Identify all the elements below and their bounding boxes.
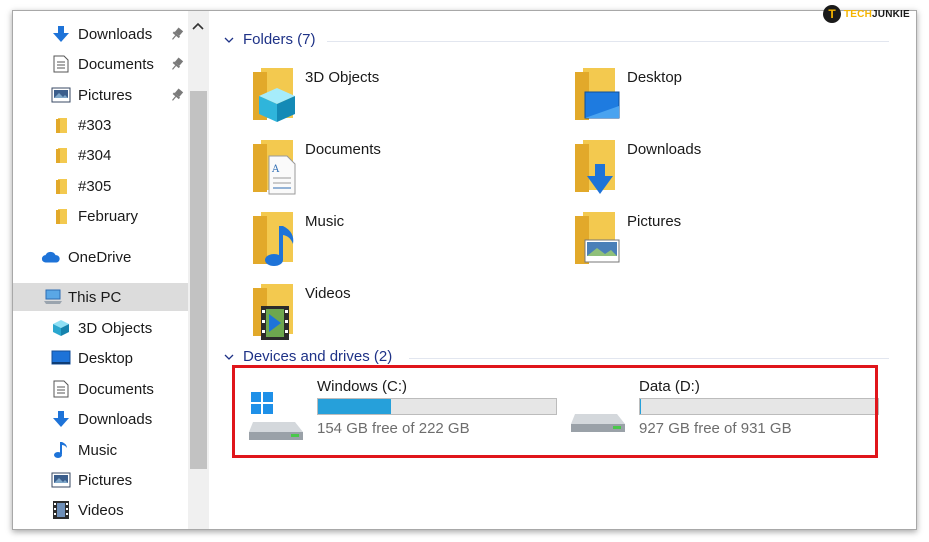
- document-icon: [51, 54, 71, 74]
- nav-item-label: Documents: [78, 380, 154, 398]
- folder-tile-music[interactable]: Music: [247, 210, 547, 276]
- nav-item-desktop[interactable]: Desktop: [13, 344, 188, 372]
- folder-tile-downloads[interactable]: Downloads: [569, 138, 869, 204]
- chevron-down-icon: [224, 37, 234, 43]
- nav-item-videos[interactable]: Videos: [13, 496, 188, 524]
- nav-item-documents-quick[interactable]: Documents: [13, 50, 188, 78]
- folder-name: Documents: [305, 141, 381, 158]
- folder-name: 3D Objects: [305, 69, 380, 86]
- nav-item-pictures[interactable]: Pictures: [13, 466, 188, 494]
- navigation-pane: Downloads Documents Pictures #303 #304 #…: [13, 11, 209, 529]
- nav-item-label: OneDrive: [68, 248, 132, 266]
- nav-item-label: Desktop: [78, 349, 134, 367]
- folder-pictures-icon: [575, 212, 620, 264]
- document-icon: [51, 379, 71, 399]
- nav-item-label: Pictures: [78, 471, 133, 489]
- group-divider: [327, 41, 889, 42]
- folder-videos-icon: [253, 284, 293, 340]
- nav-item-label: Pictures: [78, 86, 133, 104]
- group-header-label: Folders (7): [243, 31, 316, 48]
- folder-tile-pictures[interactable]: Pictures: [569, 210, 869, 276]
- nav-item-documents[interactable]: Documents: [13, 375, 188, 403]
- nav-item-downloads[interactable]: Downloads: [13, 405, 188, 433]
- drives-group-header[interactable]: Devices and drives (2): [223, 348, 392, 365]
- folder-name: Pictures: [627, 213, 682, 230]
- nav-item-music[interactable]: Music: [13, 436, 188, 464]
- pictures-icon: [51, 85, 71, 105]
- nav-item-label: This PC: [68, 288, 122, 306]
- cloud-icon: [41, 247, 61, 267]
- folder-name: Downloads: [627, 141, 702, 158]
- svg-text:A: A: [271, 164, 280, 175]
- pin-icon: [170, 26, 184, 42]
- pictures-icon: [51, 470, 71, 490]
- folder-name: Videos: [305, 285, 351, 302]
- folder-downloads-icon: [575, 140, 615, 194]
- nav-item-folder-304[interactable]: #304: [13, 141, 188, 169]
- logo-text-tech: TECH: [844, 8, 873, 20]
- nav-item-label: February: [78, 207, 139, 225]
- cube-icon: [51, 318, 71, 338]
- folder-icon: [51, 206, 71, 226]
- film-icon: [51, 500, 71, 520]
- folder-tile-documents[interactable]: A Documents: [247, 138, 547, 204]
- nav-item-label: Music: [78, 441, 118, 459]
- folder-icon: [51, 115, 71, 135]
- folder-3d-objects-icon: [253, 68, 295, 122]
- nav-item-this-pc[interactable]: This PC: [13, 283, 188, 311]
- nav-item-3d-objects[interactable]: 3D Objects: [13, 314, 188, 342]
- nav-item-label: #305: [78, 177, 112, 195]
- logo-badge-icon: T: [823, 5, 841, 23]
- nav-item-label: Downloads: [78, 25, 153, 43]
- folder-tile-3d-objects[interactable]: 3D Objects: [247, 66, 547, 132]
- nav-item-folder-february[interactable]: February: [13, 202, 188, 230]
- folder-tile-desktop[interactable]: Desktop: [569, 66, 869, 132]
- nav-item-label: Downloads: [78, 410, 153, 428]
- folder-name: Music: [305, 213, 345, 230]
- pin-icon: [170, 87, 184, 103]
- folder-icon: [51, 176, 71, 196]
- nav-item-label: #304: [78, 146, 112, 164]
- folder-music-icon: [253, 212, 294, 266]
- nav-scrollbar[interactable]: [188, 11, 209, 529]
- nav-item-label: Documents: [78, 55, 154, 73]
- nav-item-pictures-quick[interactable]: Pictures: [13, 81, 188, 109]
- music-note-icon: [51, 440, 71, 460]
- folder-desktop-icon: [575, 68, 620, 120]
- nav-item-label: #303: [78, 116, 112, 134]
- folder-icon: [51, 145, 71, 165]
- logo-text-junkie: JUNKIE: [872, 8, 910, 20]
- download-arrow-icon: [51, 409, 71, 429]
- folder-tile-videos[interactable]: Videos: [247, 282, 547, 348]
- download-arrow-icon: [51, 24, 71, 44]
- scroll-up-arrow-icon[interactable]: [191, 19, 205, 31]
- nav-item-folder-303[interactable]: #303: [13, 111, 188, 139]
- group-divider: [409, 358, 889, 359]
- folders-group-header[interactable]: Folders (7): [223, 31, 316, 48]
- techjunkie-logo: T TECHJUNKIE: [823, 4, 910, 24]
- desktop-icon: [51, 348, 71, 368]
- folder-documents-icon: A: [253, 140, 296, 195]
- pin-icon: [170, 56, 184, 72]
- nav-item-label: Videos: [78, 501, 124, 519]
- folder-name: Desktop: [627, 69, 683, 86]
- scrollbar-thumb[interactable]: [190, 91, 207, 469]
- nav-item-onedrive[interactable]: OneDrive: [13, 243, 188, 271]
- nav-item-downloads-quick[interactable]: Downloads: [13, 20, 188, 48]
- computer-icon: [43, 287, 63, 307]
- nav-item-folder-305[interactable]: #305: [13, 172, 188, 200]
- nav-item-label: 3D Objects: [78, 319, 153, 337]
- group-header-label: Devices and drives (2): [243, 348, 393, 365]
- drives-highlight-box: [232, 365, 878, 458]
- chevron-down-icon: [224, 354, 234, 360]
